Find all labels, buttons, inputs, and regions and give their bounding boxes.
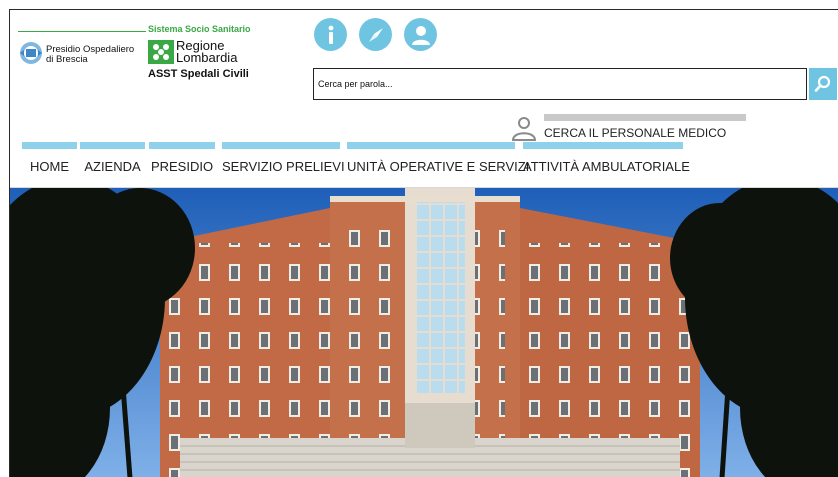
nav-accent bbox=[222, 142, 340, 149]
sistema-divider bbox=[18, 31, 146, 32]
search-bar bbox=[313, 68, 838, 100]
nav-item-attivita-ambulatoriale[interactable]: ATTIVITÀ AMBULATORIALE bbox=[523, 142, 690, 188]
nav-accent bbox=[523, 142, 683, 149]
search-icon bbox=[814, 75, 831, 92]
nav-item-azienda[interactable]: AZIENDA bbox=[80, 142, 145, 188]
regione-name: Regione Lombardia bbox=[176, 38, 238, 65]
nav-label: ATTIVITÀ AMBULATORIALE bbox=[523, 159, 690, 174]
user-button[interactable] bbox=[404, 18, 437, 51]
personnel-link[interactable]: CERCA IL PERSONALE MEDICO bbox=[544, 126, 726, 140]
nav-label: SERVIZIO PRELIEVI bbox=[222, 159, 345, 174]
nav-label: PRESIDIO bbox=[150, 159, 214, 174]
sistema-label: Sistema Socio Sanitario bbox=[148, 24, 251, 34]
nav-label: HOME bbox=[30, 159, 69, 174]
personnel-bar bbox=[544, 114, 746, 121]
asst-name: ASST Spedali Civili bbox=[148, 68, 249, 80]
hospital-building-illustration bbox=[10, 188, 838, 477]
user-icon bbox=[411, 25, 430, 45]
search-input[interactable] bbox=[313, 68, 807, 100]
compass-button[interactable] bbox=[359, 18, 392, 51]
nav-item-unita-operative[interactable]: UNITÀ OPERATIVE E SERVIZI bbox=[347, 142, 530, 188]
hero-image bbox=[10, 188, 838, 477]
personnel-search[interactable]: CERCA IL PERSONALE MEDICO bbox=[510, 112, 838, 142]
nav-accent bbox=[80, 142, 145, 149]
info-icon bbox=[328, 25, 333, 44]
nav-item-presidio[interactable]: PRESIDIO bbox=[149, 142, 215, 188]
person-outline-icon bbox=[511, 117, 537, 141]
main-nav: HOME AZIENDA PRESIDIO SERVIZIO PRELIEVI … bbox=[10, 142, 838, 188]
page-frame: Sistema Socio Sanitario Presidio Ospedal… bbox=[9, 9, 838, 477]
search-button[interactable] bbox=[809, 68, 837, 100]
top-icons bbox=[314, 18, 437, 52]
nav-item-home[interactable]: HOME bbox=[22, 142, 77, 188]
nav-accent bbox=[347, 142, 515, 149]
nav-label: AZIENDA bbox=[84, 159, 141, 174]
nav-label: UNITÀ OPERATIVE E SERVIZI bbox=[347, 159, 530, 174]
nav-accent bbox=[149, 142, 215, 149]
nav-item-servizio-prelievi[interactable]: SERVIZIO PRELIEVI bbox=[222, 142, 345, 188]
nav-accent bbox=[22, 142, 77, 149]
header-logos[interactable]: Sistema Socio Sanitario Presidio Ospedal… bbox=[16, 20, 256, 100]
compass-icon bbox=[368, 27, 383, 42]
presidio-logo-icon bbox=[20, 42, 42, 64]
info-button[interactable] bbox=[314, 18, 347, 51]
lombardia-logo-icon bbox=[148, 40, 174, 64]
presidio-name: Presidio Ospedaliero di Brescia bbox=[46, 44, 135, 65]
